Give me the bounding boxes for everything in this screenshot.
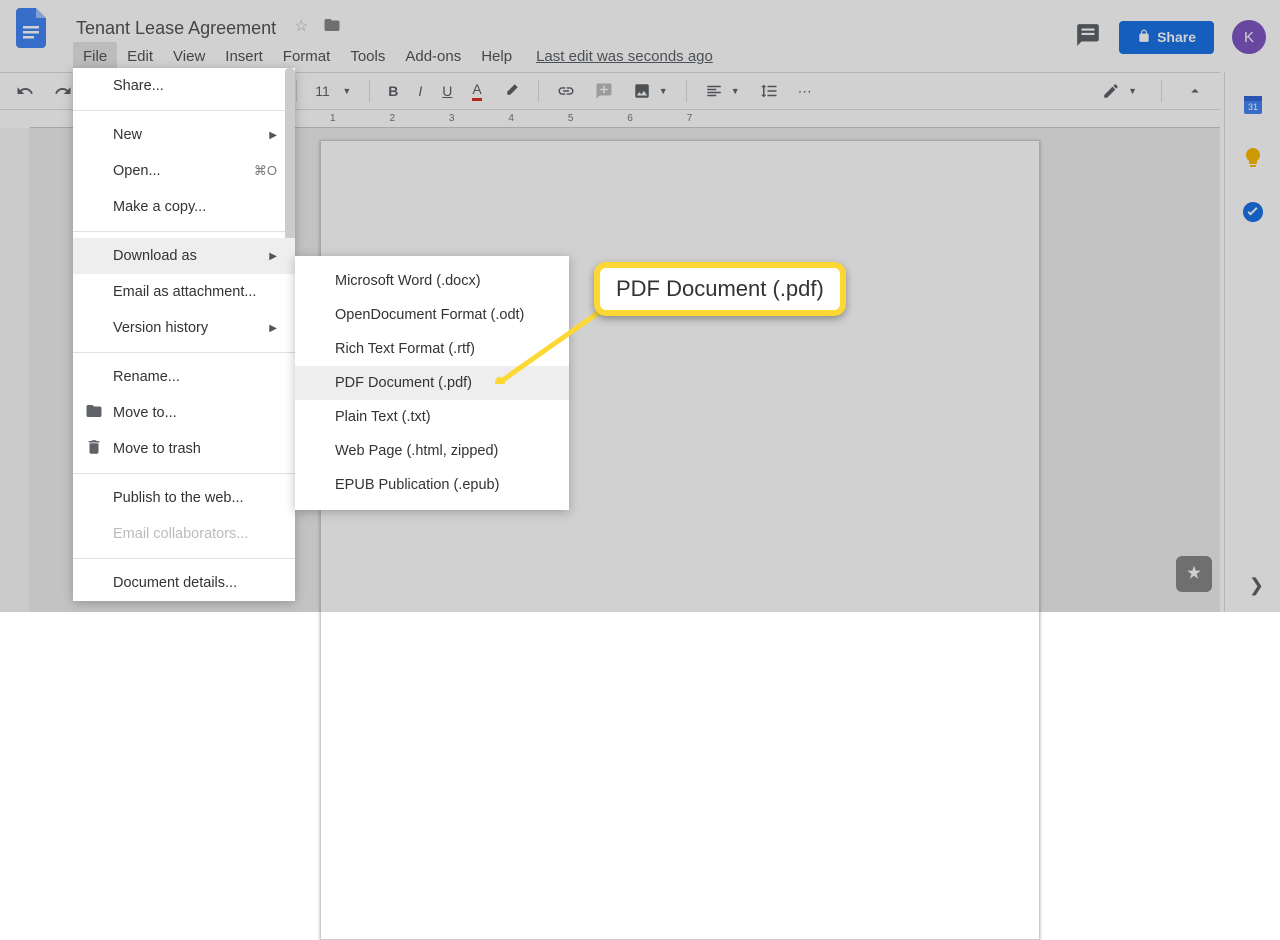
submenu-item-txt[interactable]: Plain Text (.txt) — [295, 400, 569, 434]
submenu-item-epub[interactable]: EPUB Publication (.epub) — [295, 468, 569, 502]
keep-icon[interactable] — [1241, 146, 1265, 170]
chevron-right-icon: ▶ — [269, 323, 277, 334]
menu-item-open[interactable]: Open...⌘O — [73, 153, 295, 189]
folder-icon — [85, 402, 103, 424]
star-icon[interactable]: ☆ — [294, 16, 308, 39]
menu-view[interactable]: View — [163, 42, 215, 71]
menu-help[interactable]: Help — [471, 42, 522, 71]
font-size-select[interactable]: 11▼ — [309, 79, 357, 103]
menu-file[interactable]: File — [73, 42, 117, 71]
submenu-item-docx[interactable]: Microsoft Word (.docx) — [295, 264, 569, 298]
menu-item-email-attachment[interactable]: Email as attachment... — [73, 274, 295, 310]
menu-item-email-collaborators: Email collaborators... — [73, 516, 295, 552]
header-right: Share K — [1075, 20, 1266, 54]
trash-icon — [85, 438, 103, 460]
explore-button[interactable] — [1176, 556, 1212, 592]
lock-icon — [1137, 29, 1151, 46]
align-button[interactable]: ▼ — [699, 78, 746, 104]
submenu-item-html[interactable]: Web Page (.html, zipped) — [295, 434, 569, 468]
chevron-right-icon: ▶ — [269, 130, 277, 141]
menu-item-document-details[interactable]: Document details... — [73, 565, 295, 601]
menu-tools[interactable]: Tools — [340, 42, 395, 71]
menu-edit[interactable]: Edit — [117, 42, 163, 71]
italic-button[interactable]: I — [412, 79, 428, 103]
account-avatar[interactable]: K — [1232, 20, 1266, 54]
side-panel: 31 — [1224, 72, 1280, 612]
insert-link-button[interactable] — [551, 78, 581, 104]
vertical-ruler — [0, 128, 30, 612]
menu-item-new[interactable]: New▶ — [73, 117, 295, 153]
undo-button[interactable] — [10, 78, 40, 104]
menu-item-share[interactable]: Share... — [73, 68, 295, 104]
menu-item-move-to-trash[interactable]: Move to trash — [73, 431, 295, 467]
menubar: File Edit View Insert Format Tools Add-o… — [73, 42, 713, 71]
menu-item-rename[interactable]: Rename... — [73, 359, 295, 395]
share-label: Share — [1157, 29, 1196, 45]
underline-button[interactable]: U — [436, 79, 458, 103]
line-spacing-button[interactable] — [754, 78, 784, 104]
more-button[interactable]: ⋯ — [792, 79, 818, 104]
menu-item-move-to[interactable]: Move to... — [73, 395, 295, 431]
folder-icon[interactable] — [323, 16, 341, 39]
calendar-icon[interactable]: 31 — [1241, 92, 1265, 116]
menu-item-version-history[interactable]: Version history▶ — [73, 310, 295, 346]
menu-item-download-as[interactable]: Download as▶ — [73, 238, 295, 274]
menu-addons[interactable]: Add-ons — [395, 42, 471, 71]
menu-format[interactable]: Format — [273, 42, 341, 71]
menu-insert[interactable]: Insert — [215, 42, 273, 71]
google-docs-icon[interactable] — [12, 8, 52, 48]
comments-icon[interactable] — [1075, 22, 1101, 53]
menu-item-publish[interactable]: Publish to the web... — [73, 480, 295, 516]
insert-image-button[interactable]: ▼ — [627, 78, 674, 104]
share-button[interactable]: Share — [1119, 21, 1214, 54]
menu-item-make-copy[interactable]: Make a copy... — [73, 189, 295, 225]
highlight-button[interactable] — [496, 78, 526, 104]
last-edit-link[interactable]: Last edit was seconds ago — [536, 48, 713, 65]
file-menu: Share... New▶ Open...⌘O Make a copy... D… — [73, 68, 295, 601]
bold-button[interactable]: B — [382, 79, 404, 103]
annotation-callout: PDF Document (.pdf) — [594, 262, 846, 316]
text-color-button[interactable]: A — [466, 77, 487, 105]
annotation-arrow — [490, 304, 610, 384]
editing-mode-button[interactable]: ▼ — [1096, 78, 1143, 104]
svg-text:31: 31 — [1247, 102, 1257, 112]
show-side-panel-button[interactable]: ❯ — [1249, 575, 1264, 596]
insert-comment-button[interactable] — [589, 78, 619, 104]
document-title[interactable]: Tenant Lease Agreement — [76, 14, 276, 41]
collapse-toolbar-button[interactable] — [1180, 78, 1210, 104]
chevron-right-icon: ▶ — [269, 251, 277, 262]
tasks-icon[interactable] — [1241, 200, 1265, 224]
